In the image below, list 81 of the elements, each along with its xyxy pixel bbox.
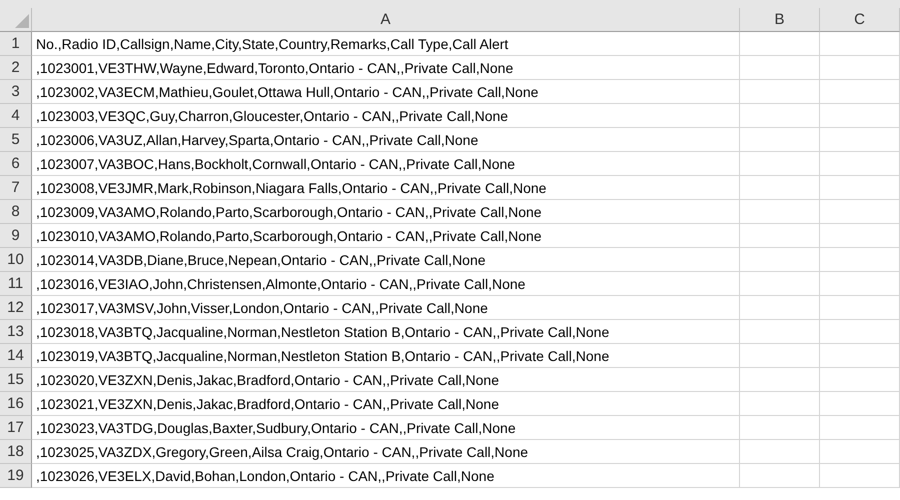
table-cell[interactable] [820,440,900,464]
row-header[interactable]: 4 [0,104,32,128]
row-header[interactable]: 13 [0,320,32,344]
table-cell[interactable]: ,1023016,VE3IAO,John,Christensen,Almonte,Ontario - CAN,,Private Call,None [32,272,740,296]
row-header[interactable]: 12 [0,296,32,320]
table-cell[interactable] [740,200,820,224]
row-header[interactable]: 17 [0,416,32,440]
table-cell[interactable]: ,1023026,VE3ELX,David,Bohan,London,Ontario - CAN,,Private Call,None [32,464,740,488]
table-cell[interactable]: ,1023010,VA3AMO,Rolando,Parto,Scarborough,Ontario - CAN,,Private Call,None [32,224,740,248]
table-cell[interactable] [740,320,820,344]
table-cell[interactable]: ,1023017,VA3MSV,John,Visser,London,Ontario - CAN,,Private Call,None [32,296,740,320]
table-cell[interactable]: ,1023008,VE3JMR,Mark,Robinson,Niagara Falls,Ontario - CAN,,Private Call,None [32,176,740,200]
triangle-icon [15,14,29,28]
table-cell[interactable]: ,1023020,VE3ZXN,Denis,Jakac,Bradford,Ontario - CAN,,Private Call,None [32,368,740,392]
row-header[interactable]: 10 [0,248,32,272]
column-header[interactable]: B [740,8,820,32]
column-header[interactable]: A [32,8,740,32]
row-header[interactable]: 15 [0,368,32,392]
table-cell[interactable] [820,32,900,56]
table-cell[interactable] [740,56,820,80]
table-cell[interactable] [820,152,900,176]
column-header[interactable]: C [820,8,900,32]
table-cell[interactable] [820,248,900,272]
table-cell[interactable] [740,272,820,296]
table-cell[interactable]: ,1023001,VE3THW,Wayne,Edward,Toronto,Ontario - CAN,,Private Call,None [32,56,740,80]
row-header[interactable]: 14 [0,344,32,368]
table-cell[interactable] [820,56,900,80]
row-header[interactable]: 9 [0,224,32,248]
row-header[interactable]: 1 [0,32,32,56]
table-cell[interactable] [740,104,820,128]
row-header[interactable]: 16 [0,392,32,416]
table-cell[interactable]: ,1023021,VE3ZXN,Denis,Jakac,Bradford,Ontario - CAN,,Private Call,None [32,392,740,416]
table-cell[interactable]: ,1023018,VA3BTQ,Jacqualine,Norman,Nestleton Station B,Ontario - CAN,,Private Call,None [32,320,740,344]
row-header[interactable]: 8 [0,200,32,224]
table-cell[interactable]: No.,Radio ID,Callsign,Name,City,State,Country,Remarks,Call Type,Call Alert [32,32,740,56]
row-header[interactable]: 6 [0,152,32,176]
table-cell[interactable] [740,392,820,416]
table-cell[interactable] [740,296,820,320]
table-cell[interactable]: ,1023007,VA3BOC,Hans,Bockholt,Cornwall,Ontario - CAN,,Private Call,None [32,152,740,176]
table-cell[interactable] [820,464,900,488]
table-cell[interactable] [740,152,820,176]
table-cell[interactable] [740,344,820,368]
table-cell[interactable] [820,176,900,200]
table-cell[interactable] [820,320,900,344]
table-cell[interactable] [820,368,900,392]
row-header[interactable]: 5 [0,128,32,152]
table-cell[interactable]: ,1023006,VA3UZ,Allan,Harvey,Sparta,Ontario - CAN,,Private Call,None [32,128,740,152]
table-cell[interactable]: ,1023023,VA3TDG,Douglas,Baxter,Sudbury,Ontario - CAN,,Private Call,None [32,416,740,440]
row-header[interactable]: 19 [0,464,32,488]
table-cell[interactable]: ,1023019,VA3BTQ,Jacqualine,Norman,Nestleton Station B,Ontario - CAN,,Private Call,None [32,344,740,368]
row-header[interactable]: 2 [0,56,32,80]
table-cell[interactable] [820,224,900,248]
table-cell[interactable] [740,416,820,440]
row-header[interactable]: 11 [0,272,32,296]
table-cell[interactable] [820,392,900,416]
table-cell[interactable] [740,224,820,248]
table-cell[interactable]: ,1023003,VE3QC,Guy,Charron,Gloucester,Ontario - CAN,,Private Call,None [32,104,740,128]
table-cell[interactable] [820,272,900,296]
table-cell[interactable] [740,464,820,488]
table-cell[interactable] [740,128,820,152]
table-cell[interactable]: ,1023025,VA3ZDX,Gregory,Green,Ailsa Craig,Ontario - CAN,,Private Call,None [32,440,740,464]
table-cell[interactable] [820,200,900,224]
table-cell[interactable] [820,80,900,104]
table-cell[interactable]: ,1023009,VA3AMO,Rolando,Parto,Scarborough,Ontario - CAN,,Private Call,None [32,200,740,224]
table-cell[interactable] [740,368,820,392]
table-cell[interactable]: ,1023002,VA3ECM,Mathieu,Goulet,Ottawa Hull,Ontario - CAN,,Private Call,None [32,80,740,104]
table-cell[interactable] [820,128,900,152]
table-cell[interactable]: ,1023014,VA3DB,Diane,Bruce,Nepean,Ontario - CAN,,Private Call,None [32,248,740,272]
table-cell[interactable] [740,32,820,56]
table-cell[interactable] [740,80,820,104]
table-cell[interactable] [820,104,900,128]
table-cell[interactable] [740,248,820,272]
table-cell[interactable] [820,416,900,440]
table-cell[interactable] [740,440,820,464]
select-all-button[interactable] [0,8,32,32]
table-cell[interactable] [820,296,900,320]
row-header[interactable]: 18 [0,440,32,464]
row-header[interactable]: 7 [0,176,32,200]
table-cell[interactable] [820,344,900,368]
table-cell[interactable] [740,176,820,200]
row-header[interactable]: 3 [0,80,32,104]
